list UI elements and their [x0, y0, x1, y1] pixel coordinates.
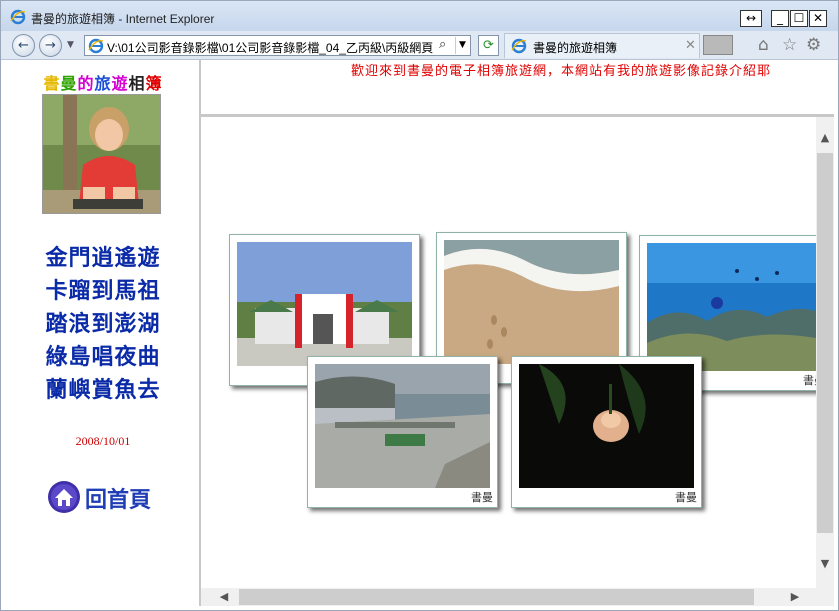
- site-title-char: 遊: [111, 74, 129, 93]
- scroll-right-icon[interactable]: ▶: [786, 590, 804, 603]
- minimize-button[interactable]: _: [771, 10, 789, 27]
- site-title-char: 曼: [60, 74, 78, 93]
- scroll-up-icon[interactable]: ▲: [816, 131, 834, 144]
- photo-gallery: 書曼 書曼: [201, 117, 816, 588]
- horizontal-scrollbar[interactable]: ◀ ▶: [201, 588, 834, 606]
- welcome-marquee: 歡迎來到書曼的電子相簿旅遊網，本網站有我的旅遊影像記錄介紹耶: [201, 60, 834, 80]
- close-button[interactable]: ✕: [809, 10, 827, 27]
- back-button[interactable]: ←: [12, 34, 35, 57]
- nav-link-orchid-island[interactable]: 蘭嶼賞魚去: [7, 374, 199, 407]
- home-icon[interactable]: ⌂: [758, 35, 769, 55]
- site-title-char: 的: [77, 74, 95, 93]
- favorites-star-icon[interactable]: ☆: [782, 35, 797, 55]
- scroll-down-icon[interactable]: ▼: [816, 557, 834, 570]
- address-text[interactable]: V:\01公司影音錄影檔\01公司影音錄影檔_04_乙丙級\丙級網頁: [107, 39, 435, 56]
- resize-button[interactable]: ↔: [740, 10, 762, 27]
- nav-link-penghu[interactable]: 踏浪到澎湖: [7, 308, 199, 341]
- home-link[interactable]: 回首頁: [47, 480, 167, 514]
- photo-night-flower[interactable]: 書曼: [511, 356, 702, 508]
- photo-coastal-walkway[interactable]: 書曼: [307, 356, 498, 508]
- search-icon[interactable]: ⌕: [439, 37, 446, 52]
- home-label[interactable]: 回首頁: [85, 482, 151, 514]
- nav-link-matsu[interactable]: 卡蹓到馬祖: [7, 275, 199, 308]
- back-arrow-icon: ←: [18, 38, 29, 53]
- welcome-text: 歡迎來到書曼的電子相簿旅遊網，本網站有我的旅遊影像記錄介紹耶: [351, 64, 772, 79]
- page-icon: [88, 38, 104, 54]
- title-bar: 書曼的旅遊相簿 - Internet Explorer ↔ _ ☐ ✕: [1, 1, 838, 31]
- new-tab-button[interactable]: [703, 35, 733, 55]
- window-title: 書曼的旅遊相簿 - Internet Explorer: [31, 12, 215, 26]
- page-viewport: 書曼的旅遊相簿 金門逍遙遊 卡蹓到馬祖 踏浪到澎湖 綠島唱夜曲 蘭嶼賞魚去 20…: [7, 60, 834, 606]
- scrollbar-corner: [816, 588, 834, 606]
- date-label: 2008/10/01: [75, 434, 131, 448]
- album-nav: 金門逍遙遊 卡蹓到馬祖 踏浪到澎湖 綠島唱夜曲 蘭嶼賞魚去: [7, 242, 199, 407]
- site-title-char: 書: [43, 74, 61, 93]
- site-title-char: 簿: [145, 74, 163, 93]
- photo-signature: 書曼: [803, 374, 816, 387]
- scroll-left-icon[interactable]: ◀: [215, 590, 233, 603]
- site-title-char: 相: [128, 74, 146, 93]
- close-tab-icon[interactable]: ✕: [685, 38, 696, 53]
- forward-button[interactable]: →: [39, 34, 62, 57]
- house-icon: [48, 481, 80, 513]
- address-dropdown-icon[interactable]: ▼: [455, 37, 469, 54]
- nav-link-kinmen[interactable]: 金門逍遙遊: [7, 242, 199, 275]
- refresh-button[interactable]: ⟳: [478, 35, 499, 56]
- site-title-char: 旅: [94, 74, 112, 93]
- nav-link-green-island[interactable]: 綠島唱夜曲: [7, 341, 199, 374]
- vertical-scrollbar[interactable]: ▲ ▼: [816, 117, 834, 588]
- maximize-button[interactable]: ☐: [790, 10, 808, 27]
- navigation-bar: ← → ▼ V:\01公司影音錄影檔\01公司影音錄影檔_04_乙丙級\丙級網頁…: [1, 31, 838, 60]
- tab-page-icon: [511, 38, 527, 54]
- forward-arrow-icon: →: [45, 38, 56, 53]
- address-bar[interactable]: V:\01公司影音錄影檔\01公司影音錄影檔_04_乙丙級\丙級網頁 ⌕ ▼: [84, 35, 471, 56]
- photo-signature: 書曼: [675, 491, 697, 504]
- refresh-icon: ⟳: [483, 38, 494, 53]
- photo-signature: 書曼: [471, 491, 493, 504]
- horizontal-scroll-thumb[interactable]: [239, 589, 754, 605]
- profile-photo: [42, 94, 161, 214]
- tab-current[interactable]: 書曼的旅遊相簿 ✕: [504, 33, 700, 58]
- sidebar: 書曼的旅遊相簿 金門逍遙遊 卡蹓到馬祖 踏浪到澎湖 綠島唱夜曲 蘭嶼賞魚去 20…: [7, 60, 199, 606]
- internet-explorer-icon: [10, 9, 26, 25]
- history-dropdown-icon[interactable]: ▼: [67, 40, 74, 50]
- site-title: 書曼的旅遊相簿: [7, 70, 199, 94]
- tab-title: 書曼的旅遊相簿: [533, 41, 618, 55]
- vertical-scroll-thumb[interactable]: [817, 153, 833, 533]
- tools-gear-icon[interactable]: ⚙: [806, 35, 821, 55]
- browser-window: 書曼的旅遊相簿 - Internet Explorer ↔ _ ☐ ✕ ← → …: [0, 0, 839, 611]
